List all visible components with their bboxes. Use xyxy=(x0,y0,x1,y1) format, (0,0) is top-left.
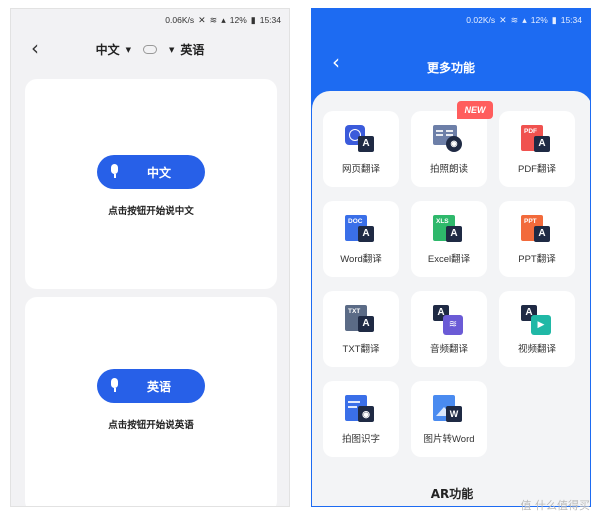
tile-photo-read[interactable]: NEW ◉ 拍照朗读 xyxy=(411,101,493,187)
pdf-translate-icon: PDF A xyxy=(521,125,553,157)
ppt-translate-icon: PPT A xyxy=(521,215,553,247)
speak-english-button[interactable]: 英语 xyxy=(97,369,205,403)
source-language-select[interactable]: 中文 xyxy=(96,41,120,58)
excel-translate-icon: XLS A xyxy=(433,215,465,247)
tile-label: 网页翻译 xyxy=(341,164,380,175)
photo-ocr-icon: ◉ xyxy=(345,395,377,427)
tile-label: TXT翻译 xyxy=(342,344,380,355)
tile-label: Word翻译 xyxy=(340,254,382,265)
speak-chinese-button[interactable]: 中文 xyxy=(97,155,205,189)
tile-label: 视频翻译 xyxy=(517,344,556,355)
network-speed: 0.06K/s xyxy=(165,15,195,25)
clock: 15:34 xyxy=(560,15,582,25)
tile-word-translate[interactable]: DOC A Word翻译 xyxy=(323,201,399,277)
screenshot-stage: 0.06K/s ✕ ≋ ▴ 12% ▮ 15:34 ‹ 中文 ▼ ▼ 英语 中文… xyxy=(0,0,600,517)
tile-txt-translate[interactable]: TXT A TXT翻译 xyxy=(323,291,399,367)
tile-image-to-word[interactable]: W 图片转Word xyxy=(411,381,487,457)
page-title: 更多功能 xyxy=(426,61,475,75)
tile-label: 音频翻译 xyxy=(429,344,468,355)
more-features-screen: 0.02K/s ✕ ≋ ▴ 12% ▮ 15:34 ‹ 更多功能 A 网页翻译 xyxy=(311,8,591,507)
watermark: 值 什么值得买 xyxy=(521,497,591,513)
tile-excel-translate[interactable]: XLS A Excel翻译 xyxy=(411,201,487,277)
microphone-icon xyxy=(111,164,119,178)
clock: 15:34 xyxy=(259,15,281,25)
battery-icon: ▮ xyxy=(551,14,557,25)
tile-label: PPT翻译 xyxy=(518,254,556,265)
top-nav: ‹ 中文 ▼ ▼ 英语 xyxy=(11,31,289,67)
tile-photo-ocr[interactable]: ◉ 拍图识字 xyxy=(323,381,399,457)
feature-grid-panel: A 网页翻译 NEW ◉ 拍照朗读 PDF A PDF翻译 DOC A Word… xyxy=(312,91,590,506)
wifi-icon: ≋ xyxy=(209,14,218,25)
tile-pdf-translate[interactable]: PDF A PDF翻译 xyxy=(499,111,575,187)
word-translate-icon: DOC A xyxy=(345,215,377,247)
tile-label: 拍图识字 xyxy=(341,434,380,445)
txt-translate-icon: TXT A xyxy=(345,305,377,337)
source-speech-card: 中文 点击按钮开始说中文 xyxy=(25,79,277,289)
status-bar: 0.02K/s ✕ ≋ ▴ 12% ▮ 15:34 xyxy=(312,9,590,31)
tile-label: PDF翻译 xyxy=(517,164,556,175)
signal-icon: ▴ xyxy=(522,14,527,25)
battery-percent: 12% xyxy=(530,15,548,25)
tile-label: 拍照朗读 xyxy=(429,164,468,175)
tile-label: Excel翻译 xyxy=(427,254,471,265)
target-language-select[interactable]: 英语 xyxy=(180,41,204,58)
web-translate-icon: A xyxy=(345,125,377,157)
caret-down-icon[interactable]: ▼ xyxy=(169,46,174,54)
language-switcher: 中文 ▼ ▼ 英语 xyxy=(11,41,289,58)
signal-icon: ▴ xyxy=(221,14,226,25)
battery-percent: 12% xyxy=(229,15,247,25)
caret-down-icon[interactable]: ▼ xyxy=(126,46,131,54)
photo-read-icon: ◉ xyxy=(433,125,465,157)
tile-video-translate[interactable]: A ▶ 视频翻译 xyxy=(499,291,575,367)
watermark-logo: 值 什么值得买 xyxy=(520,499,591,512)
speak-hint: 点击按钮开始说中文 xyxy=(108,206,194,217)
new-badge: NEW xyxy=(457,101,493,119)
image-to-word-icon: W xyxy=(433,395,465,427)
microphone-icon xyxy=(111,378,119,392)
audio-translate-icon: A ≋ xyxy=(433,305,465,337)
tile-web-translate[interactable]: A 网页翻译 xyxy=(323,111,399,187)
tile-ppt-translate[interactable]: PPT A PPT翻译 xyxy=(499,201,575,277)
mute-icon: ✕ xyxy=(198,14,206,25)
mute-icon: ✕ xyxy=(499,14,507,25)
swap-languages-icon[interactable] xyxy=(143,45,157,54)
wifi-icon: ≋ xyxy=(510,14,519,25)
tile-audio-translate[interactable]: A ≋ 音频翻译 xyxy=(411,291,487,367)
target-speech-card: 英语 点击按钮开始说英语 xyxy=(25,297,277,506)
battery-icon: ▮ xyxy=(250,14,256,25)
tile-label: 图片转Word xyxy=(423,434,475,445)
top-nav: ‹ 更多功能 xyxy=(312,31,590,75)
status-bar: 0.06K/s ✕ ≋ ▴ 12% ▮ 15:34 xyxy=(11,9,289,31)
network-speed: 0.02K/s xyxy=(466,15,496,25)
speak-hint: 点击按钮开始说英语 xyxy=(108,420,194,431)
voice-translate-screen: 0.06K/s ✕ ≋ ▴ 12% ▮ 15:34 ‹ 中文 ▼ ▼ 英语 中文… xyxy=(10,8,290,507)
video-translate-icon: A ▶ xyxy=(521,305,553,337)
